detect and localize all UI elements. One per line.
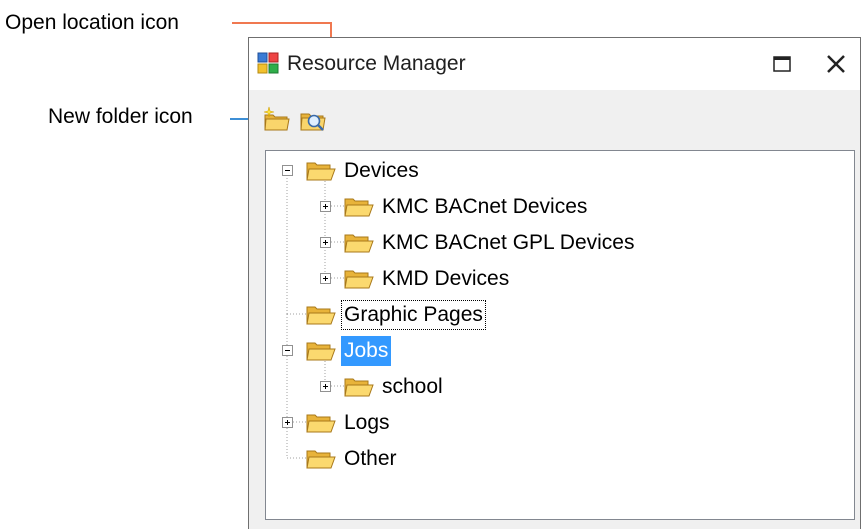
toolbar — [255, 102, 851, 140]
folder-icon — [344, 234, 374, 253]
expand-toggle[interactable] — [320, 273, 331, 284]
tree-node-label: Other — [344, 447, 397, 470]
open-location-button[interactable] — [299, 106, 327, 134]
folder-icon — [344, 198, 374, 217]
expand-toggle[interactable] — [320, 237, 331, 248]
maximize-icon — [773, 56, 791, 72]
tree-node-label-focused: Graphic Pages — [341, 300, 486, 330]
folder-icon — [306, 450, 336, 469]
tree-node-other[interactable]: Other — [266, 442, 854, 476]
resource-manager-app-icon — [257, 52, 279, 74]
resource-manager-window: Resource Manager Devices KMC BACnet Devi… — [248, 37, 861, 529]
open-location-icon — [300, 113, 326, 131]
tree-node-kmc-bacnet-gpl-devices[interactable]: KMC BACnet GPL Devices — [266, 226, 854, 260]
folder-open-icon — [306, 162, 336, 181]
tree-node-label-selected: Jobs — [341, 336, 392, 366]
tree-node-label: Logs — [344, 411, 390, 434]
folder-icon — [344, 378, 374, 397]
tree-node-label: KMD Devices — [382, 267, 510, 290]
folder-icon — [306, 414, 336, 433]
title-bar[interactable]: Resource Manager — [249, 38, 860, 90]
expand-toggle[interactable] — [320, 381, 331, 392]
close-button[interactable] — [816, 48, 856, 80]
tree-node-label: KMC BACnet GPL Devices — [382, 231, 635, 254]
tree-node-graphic-pages[interactable]: Graphic Pages — [266, 298, 854, 332]
new-folder-icon — [263, 106, 290, 131]
tree-node-school[interactable]: school — [266, 370, 854, 404]
folder-icon — [306, 306, 336, 325]
resource-tree[interactable]: Devices KMC BACnet Devices KMC BACnet GP… — [265, 150, 855, 520]
folder-icon — [344, 270, 374, 289]
window-title: Resource Manager — [287, 52, 466, 75]
tree-node-kmc-bacnet-devices[interactable]: KMC BACnet Devices — [266, 190, 854, 224]
folder-open-icon — [306, 342, 336, 361]
close-icon — [827, 55, 845, 73]
tree-node-label: school — [382, 375, 443, 398]
expand-toggle[interactable] — [282, 417, 293, 428]
tree-node-logs[interactable]: Logs — [266, 406, 854, 440]
collapse-toggle[interactable] — [282, 165, 293, 176]
tree-node-label: Devices — [344, 159, 419, 182]
tree-node-label: KMC BACnet Devices — [382, 195, 588, 218]
maximize-button[interactable] — [762, 48, 802, 80]
collapse-toggle[interactable] — [282, 345, 293, 356]
new-folder-button[interactable] — [263, 106, 291, 134]
tree-node-jobs[interactable]: Jobs — [266, 334, 854, 368]
tree-node-kmd-devices[interactable]: KMD Devices — [266, 262, 854, 296]
expand-toggle[interactable] — [320, 201, 331, 212]
tree-node-devices[interactable]: Devices — [266, 154, 854, 188]
